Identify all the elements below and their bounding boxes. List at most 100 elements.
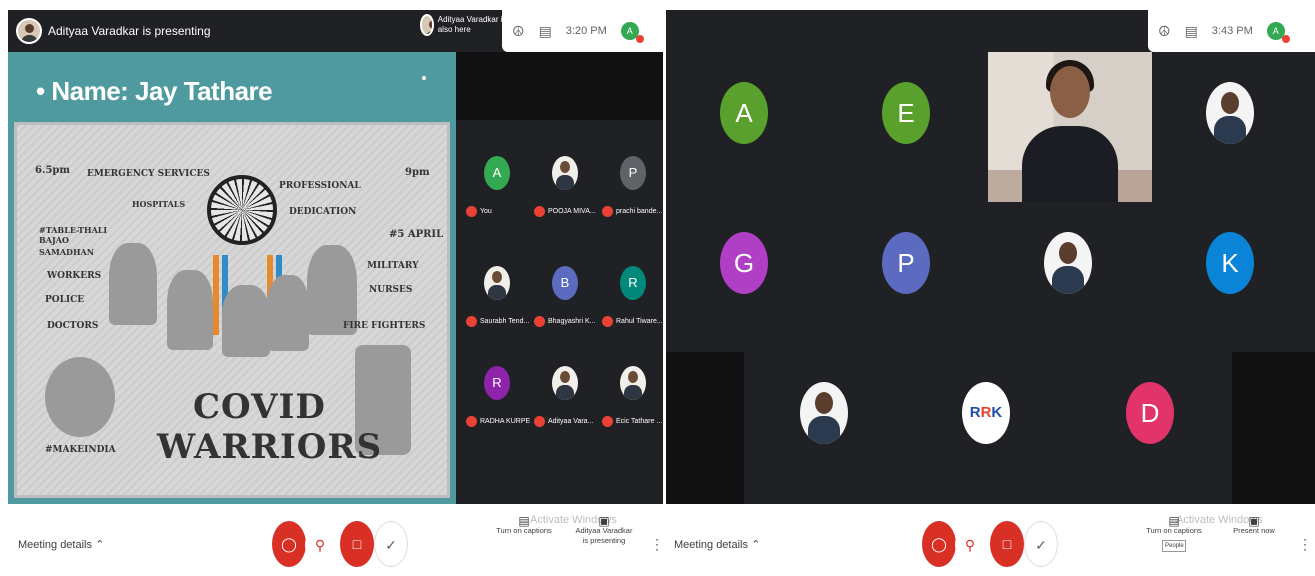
- participant-grid: A E G P K RRK D: [666, 52, 1315, 504]
- mic-muted-icon: [602, 416, 613, 427]
- hang-up-button[interactable]: ⚲: [955, 526, 985, 564]
- drawing-text: HOSPITALS: [132, 199, 186, 209]
- meeting-details-label: Meeting details: [18, 539, 92, 551]
- camera-torso: [1022, 126, 1118, 202]
- participant-letter-avatar[interactable]: D: [1126, 382, 1174, 444]
- drawing-text: EMERGENCY SERVICES: [87, 169, 210, 179]
- mic-muted-icon: [602, 316, 613, 327]
- chat-icon[interactable]: ▤: [1185, 23, 1198, 40]
- mic-off-icon: ◯: [931, 536, 947, 552]
- rrk-logo-avatar[interactable]: RRK: [962, 382, 1010, 444]
- participant-photo-avatar[interactable]: [800, 382, 848, 444]
- camera-off-button[interactable]: □: [990, 521, 1024, 567]
- drawn-doctor-figure: [222, 285, 270, 357]
- presenter-avatar: [16, 18, 42, 44]
- participant-letter-avatar[interactable]: G: [720, 232, 768, 294]
- captions-button[interactable]: ▤ Turn on captions People: [1144, 515, 1204, 552]
- participant-avatar: A: [484, 156, 510, 190]
- self-avatar[interactable]: A: [620, 22, 644, 43]
- people-icon[interactable]: ☮: [1158, 23, 1171, 40]
- participant-tile[interactable]: POOJA MIVA...: [532, 148, 598, 248]
- mic-off-button[interactable]: ◯: [922, 521, 956, 567]
- self-avatar[interactable]: A: [1266, 22, 1290, 43]
- pen-icon: ✓: [385, 537, 397, 553]
- captions-label: Turn on captions: [1146, 526, 1202, 535]
- clock: 3:20 PM: [565, 25, 607, 37]
- participant-tile[interactable]: Saurabh Tend...: [464, 258, 530, 358]
- presenting-button[interactable]: ▣ Adityaa Varadkar is presenting: [572, 515, 636, 546]
- camera-off-button[interactable]: □: [340, 521, 374, 567]
- camera-feed[interactable]: [988, 52, 1152, 202]
- participant-tile[interactable]: Ecic Tathare ...: [600, 358, 663, 458]
- mic-muted-icon: [534, 316, 545, 327]
- participant-photo-avatar[interactable]: [1044, 232, 1092, 294]
- empty-region: [1232, 352, 1315, 504]
- more-options-button[interactable]: ✓: [374, 521, 408, 567]
- bottom-controls: Meeting details ⌃ ◯ ⚲ □ ✓ Activate Windo…: [0, 504, 663, 576]
- mic-muted-icon: [534, 206, 545, 217]
- hang-up-icon: ⚲: [964, 537, 976, 553]
- participant-avatar: R: [620, 266, 646, 300]
- flag-stripe: [213, 255, 219, 335]
- captions-button[interactable]: ▤ Turn on captions: [494, 514, 554, 536]
- present-now-button[interactable]: ▣ Present now: [1224, 514, 1284, 536]
- chevron-up-icon: ⌃: [751, 539, 761, 551]
- participant-avatar: [552, 366, 578, 400]
- presenter-banner: Adityaa Varadkar is presenting: [16, 18, 211, 44]
- participant-tile[interactable]: R RADHA KURPE: [464, 358, 530, 458]
- avatar-head: [815, 392, 833, 414]
- participant-name-row: Rahul Tiware...: [602, 316, 663, 327]
- participant-tile[interactable]: A You: [464, 148, 530, 248]
- chat-icon[interactable]: ▤: [539, 23, 552, 40]
- participant-name-row: Ecic Tathare ...: [602, 416, 663, 427]
- drawn-nurse-figure: [267, 275, 309, 351]
- self-avatar-initial: A: [1272, 26, 1279, 36]
- notification-dot: [1281, 35, 1290, 43]
- people-tooltip: People: [1162, 540, 1186, 552]
- notification-dot: [635, 35, 644, 43]
- drawing-text: SAMADHAN: [39, 247, 95, 257]
- also-here-text: Adityaa Varadkar is also here: [437, 15, 507, 34]
- drawn-worker-figure: [109, 243, 157, 325]
- more-vert-icon[interactable]: ⋮: [1298, 536, 1312, 553]
- participant-tile[interactable]: R Rahul Tiware...: [600, 258, 663, 358]
- drawing-text: #5 APRIL: [389, 229, 444, 240]
- covid-warriors-drawing: 6.5pm EMERGENCY SERVICES HOSPITALS #TABL…: [14, 122, 450, 498]
- avatar-body: [1214, 116, 1246, 144]
- bottom-controls: Meeting details ⌃ ◯ ⚲ □ ✓ Activate Windo…: [666, 504, 1315, 576]
- present-now-label: Present now: [1233, 526, 1275, 535]
- also-here-notice: Adityaa Varadkar is also here: [420, 14, 510, 36]
- participant-tile[interactable]: B Bhagyashri K...: [532, 258, 598, 358]
- participant-letter-avatar[interactable]: E: [882, 82, 930, 144]
- top-bar: Adityaa Varadkar is presenting Adityaa V…: [8, 10, 663, 52]
- drawing-text: #TABLE-THALI BAJAO: [39, 225, 108, 245]
- participant-tile[interactable]: Pprachi bande...: [600, 148, 663, 248]
- drawing-text: 9pm: [405, 167, 430, 178]
- drawing-text: PROFESSIONAL: [279, 181, 361, 191]
- clock: 3:43 PM: [1211, 25, 1253, 37]
- participant-letter-avatar[interactable]: K: [1206, 232, 1254, 294]
- captions-label: Turn on captions: [496, 526, 552, 535]
- self-avatar-initial: A: [626, 26, 633, 36]
- chevron-up-icon: ⌃: [95, 539, 105, 551]
- meeting-details-button[interactable]: Meeting details ⌃: [674, 538, 760, 551]
- slide-bullet: •: [36, 76, 45, 106]
- participant-avatar: [552, 156, 578, 190]
- participant-name-row: You: [466, 206, 530, 217]
- more-vert-icon[interactable]: ⋮: [650, 536, 663, 553]
- hang-up-button[interactable]: ⚲: [305, 526, 335, 564]
- participant-tile[interactable]: Adityaa Vara...: [532, 358, 598, 458]
- participant-name-row: Saurabh Tend...: [466, 316, 530, 327]
- people-icon[interactable]: ☮: [512, 23, 525, 40]
- participant-name-row: POOJA MIVA...: [534, 206, 598, 217]
- participant-photo-avatar[interactable]: [1206, 82, 1254, 144]
- captions-icon: ▤: [518, 514, 530, 528]
- mic-off-button[interactable]: ◯: [272, 521, 306, 567]
- pen-icon: ✓: [1035, 537, 1047, 553]
- meeting-details-button[interactable]: Meeting details ⌃: [18, 538, 104, 551]
- more-options-button[interactable]: ✓: [1024, 521, 1058, 567]
- participant-name-row: Bhagyashri K...: [534, 316, 598, 327]
- present-icon: ▣: [1248, 514, 1260, 528]
- participant-letter-avatar[interactable]: A: [720, 82, 768, 144]
- participant-letter-avatar[interactable]: P: [882, 232, 930, 294]
